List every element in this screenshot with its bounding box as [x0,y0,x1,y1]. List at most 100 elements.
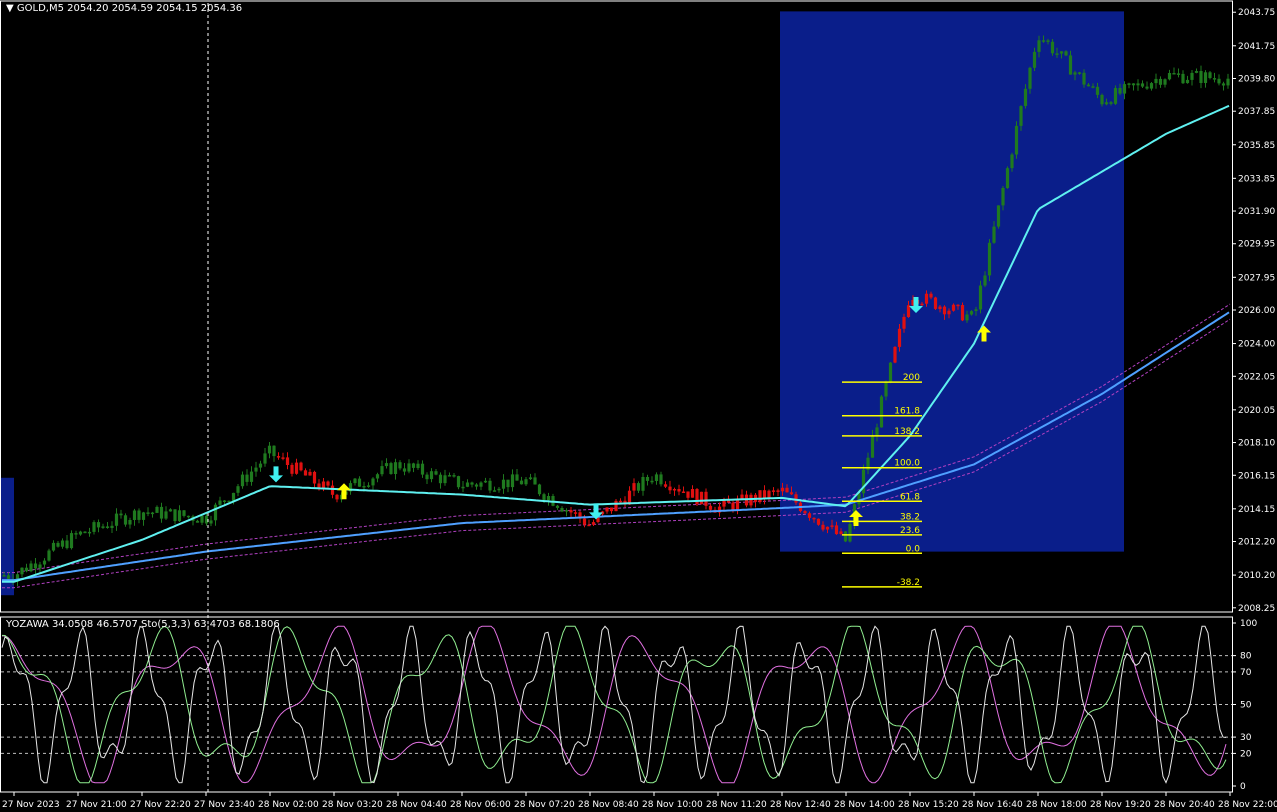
candle-body [870,435,875,458]
candle-body [1199,71,1203,83]
oscillator-tick-label: 50 [1240,701,1252,711]
candle-body [29,563,33,572]
fib-level-label: 0.0 [906,544,921,554]
candle-body [537,484,542,495]
candle-body [303,470,308,476]
candle-body [78,531,83,535]
trading-chart[interactable]: 200161.8138.2100.061.838.223.60.0-38.2 2… [0,0,1277,812]
candle-body [393,462,398,474]
candle-body [1140,83,1145,87]
candle-body [1145,86,1149,89]
oscillator-tick-label: 30 [1240,733,1252,743]
candle-body [1086,84,1091,87]
candle-body [636,483,641,491]
candle-body [1163,79,1167,85]
candle-body [681,491,686,493]
candle-body [416,463,420,468]
time-tick-label: 28 Nov 10:00 [642,800,703,810]
candle-body [1118,88,1122,94]
candle-body [123,515,128,525]
candle-body [461,486,465,489]
candle-body [326,481,330,486]
sell-arrow-icon[interactable] [269,466,283,483]
candle-body [281,457,285,459]
candle-body [614,500,618,512]
candle-body [708,505,713,510]
candle-body [56,542,60,547]
candle-body [366,485,371,487]
price-tick-label: 2043.75 [1238,8,1275,18]
candle-body [749,494,753,506]
oscillator-tick-label: 80 [1240,652,1252,662]
candle-body [402,468,407,472]
candle-body [330,485,335,495]
candle-body [1014,125,1019,155]
candle-body [555,505,560,508]
time-tick-label: 27 Nov 22:20 [130,800,191,810]
candle-body [897,328,902,347]
candle-body [1001,188,1005,206]
candle-body [42,560,47,565]
candle-body [839,531,843,534]
dropdown-triangle-icon[interactable]: ▼ [6,3,14,14]
candle-body [465,482,470,487]
candle-body [1149,83,1154,89]
candle-body [371,478,375,486]
candle-body [1122,84,1127,94]
candle-body [825,526,830,530]
candle-body [843,531,848,542]
candle-body [429,471,434,480]
candle-body [875,427,879,436]
price-tick-label: 2029.95 [1238,240,1275,250]
fib-level-label: 138.2 [894,427,920,437]
candle-body [924,293,929,304]
candle-body [1194,71,1199,73]
candle-body [141,512,146,520]
candle-body [308,471,312,476]
candle-body [965,314,969,321]
candle-body [1208,72,1212,78]
candle-body [1181,73,1185,84]
candle-body [888,362,893,383]
candle-body [411,463,416,468]
price-tick-label: 2039.80 [1238,74,1275,84]
stochastic-indicator-area[interactable] [1,625,1232,784]
candle-body [605,507,609,512]
candle-body [546,496,551,501]
candle-body [1050,41,1055,54]
candle-body [87,531,92,534]
candle-body [704,491,708,506]
candle-body [186,515,191,518]
oscillator-tick-label: 100 [1240,619,1257,629]
candle-body [389,463,393,474]
candle-body [645,477,650,481]
indicator-title: YOZAWA 34.0508 46.5707 [6,619,138,630]
price-tick-label: 2031.90 [1238,207,1275,217]
candle-body [285,457,290,465]
price-chart-area[interactable]: 200 161.8 138.2 100.0 61.8 38.2 23.6 0.0 -38.2 [1,11,1231,596]
fib-level-label: 161.8 [894,407,920,417]
candle-body [780,487,785,492]
time-tick-label: 28 Nov 03:20 [322,800,383,810]
price-tick-label: 2018.10 [1238,439,1275,449]
time-tick-label: 28 Nov 02:00 [258,800,319,810]
price-tick-label: 2020.05 [1238,406,1275,416]
candle-body [159,506,164,519]
candle-body [969,311,974,315]
candle-body [542,494,546,501]
fib-level-label: 100.0 [894,459,920,469]
candle-body [1059,51,1064,54]
candle-body [987,242,992,276]
candle-body [1100,94,1104,105]
candle-body [357,478,362,487]
candle-body [483,480,488,483]
candle-body [929,293,933,298]
candle-body [906,305,911,317]
time-tick-label: 28 Nov 11:20 [706,800,767,810]
candle-body [794,494,798,503]
time-tick-label: 28 Nov 20:40 [1154,800,1215,810]
candle-body [263,453,267,464]
candle-body [380,466,384,475]
candle-body [1136,83,1140,86]
candle-body [168,509,173,512]
